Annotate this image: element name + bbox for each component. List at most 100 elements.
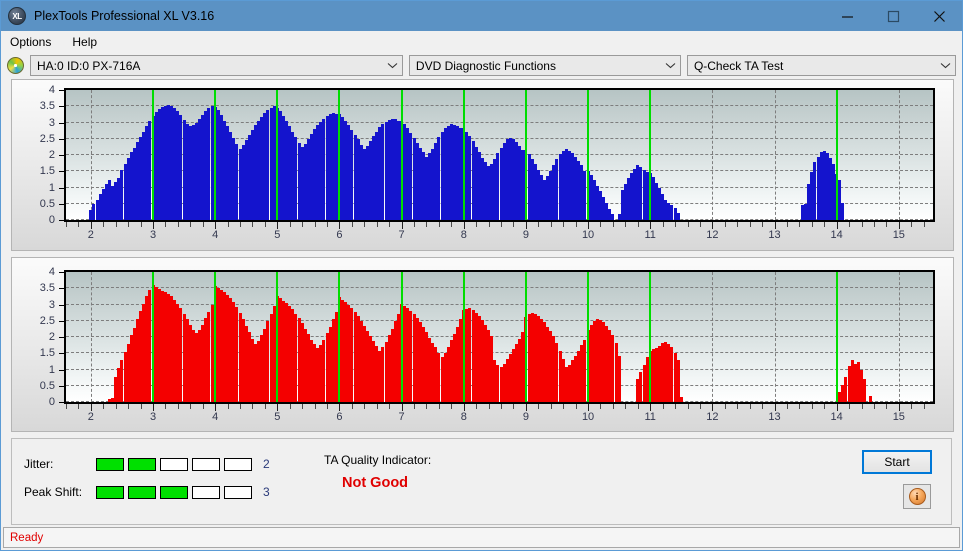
x-axis-tick-label: 6 xyxy=(336,411,343,423)
marker-line xyxy=(587,272,590,402)
y-axis-tick-label: 0 xyxy=(48,214,55,226)
x-axis-tick xyxy=(911,404,913,409)
peak-shift-chart-x-axis: 2 3 4 5 6 7 8 9 10 11 12 13 14 15 xyxy=(64,404,935,428)
y-axis-tick-label: 1 xyxy=(48,181,55,194)
x-axis-tick xyxy=(737,222,739,227)
bar xyxy=(617,355,621,402)
marker-line xyxy=(835,90,838,220)
x-axis-tick xyxy=(724,404,726,409)
x-axis-tick xyxy=(600,404,602,409)
toolbar: HA:0 ID:0 PX-716A DVD Diagnostic Functio… xyxy=(1,52,962,79)
x-axis-tick xyxy=(861,222,863,227)
gridline-vertical xyxy=(712,90,714,220)
gridline-horizontal xyxy=(66,271,933,272)
x-axis-tick xyxy=(898,404,900,411)
y-axis-tick-label: 3 xyxy=(48,116,55,129)
bar xyxy=(676,212,680,220)
start-button[interactable]: Start xyxy=(862,450,932,474)
x-axis-tick xyxy=(277,404,279,411)
x-axis-tick-label: 7 xyxy=(398,411,405,423)
x-axis-tick xyxy=(327,404,329,409)
x-axis-tick xyxy=(264,404,266,409)
x-axis-tick xyxy=(153,222,154,229)
x-axis-tick-label: 11 xyxy=(644,411,656,423)
chevron-down-icon xyxy=(661,56,680,75)
x-axis-tick xyxy=(525,404,527,411)
x-axis-tick xyxy=(712,222,714,229)
x-axis-tick-label: 13 xyxy=(768,411,781,423)
menu-item-help[interactable]: Help xyxy=(70,33,106,51)
x-axis-tick xyxy=(376,404,378,409)
x-axis-tick xyxy=(227,222,229,227)
x-axis-tick xyxy=(128,404,130,409)
x-axis-tick xyxy=(364,404,366,409)
x-axis-tick xyxy=(774,404,776,411)
jitter-segment xyxy=(96,457,124,471)
x-axis-tick-label: 9 xyxy=(522,229,529,241)
x-axis-tick xyxy=(650,222,652,229)
x-axis-tick xyxy=(513,404,515,409)
drive-select[interactable]: HA:0 ID:0 PX-716A xyxy=(30,55,403,76)
x-axis-tick xyxy=(376,222,378,227)
x-axis-tick xyxy=(66,222,67,227)
x-axis-tick xyxy=(811,404,813,409)
x-axis-tick xyxy=(103,222,105,227)
x-axis-tick xyxy=(364,222,366,227)
x-axis-tick xyxy=(501,222,503,227)
y-axis-tick-label: 0 xyxy=(48,396,55,408)
close-icon[interactable] xyxy=(916,1,962,31)
marker-line xyxy=(152,272,154,402)
x-axis-tick xyxy=(488,222,490,227)
x-axis-tick xyxy=(476,404,478,409)
marker-line xyxy=(524,90,527,220)
x-axis-tick xyxy=(177,404,179,409)
x-axis-tick xyxy=(525,222,527,229)
y-axis-tick-label: 0.5 xyxy=(39,379,55,392)
app-logo-icon: XL xyxy=(8,7,26,25)
jitter-value: 2 xyxy=(263,457,270,471)
peak-shift-row: Peak Shift: 3 xyxy=(24,481,270,503)
gridline-vertical xyxy=(90,272,92,402)
x-axis-tick xyxy=(923,222,925,227)
marker-line xyxy=(276,90,279,220)
y-axis-tick-label: 2 xyxy=(48,149,55,161)
y-axis-tick-label: 2 xyxy=(48,331,55,343)
x-axis-tick-label: 13 xyxy=(768,229,781,241)
x-axis-tick xyxy=(488,404,490,409)
peak-shift-segment xyxy=(224,485,252,499)
bar xyxy=(869,396,873,402)
x-axis-tick xyxy=(501,404,503,409)
test-select[interactable]: Q-Check TA Test xyxy=(686,55,956,76)
x-axis-tick xyxy=(78,404,80,409)
x-axis-tick xyxy=(824,222,826,227)
x-axis-tick-label: 15 xyxy=(892,229,905,241)
x-axis-tick xyxy=(724,222,726,227)
x-axis-tick xyxy=(836,222,838,229)
maximize-icon[interactable] xyxy=(870,1,916,31)
x-axis-tick-label: 8 xyxy=(460,229,467,241)
x-axis-tick xyxy=(140,404,142,409)
x-axis-tick xyxy=(550,404,552,409)
x-axis-tick-label: 7 xyxy=(398,229,405,241)
x-axis-tick xyxy=(451,222,453,227)
x-axis-tick xyxy=(227,404,229,409)
info-button[interactable]: i xyxy=(903,484,931,509)
x-axis-tick xyxy=(339,404,341,411)
menu-item-options[interactable]: Options xyxy=(8,33,60,51)
x-axis-tick xyxy=(177,222,179,227)
x-axis-tick xyxy=(873,404,875,409)
function-select[interactable]: DVD Diagnostic Functions xyxy=(408,55,681,76)
x-axis-tick xyxy=(625,222,627,227)
x-axis-tick xyxy=(538,404,540,409)
x-axis-tick xyxy=(550,222,552,227)
x-axis-tick xyxy=(90,404,92,411)
x-axis-tick xyxy=(215,404,217,411)
x-axis-tick xyxy=(103,404,105,409)
minimize-icon[interactable] xyxy=(824,1,870,31)
jitter-chart-x-axis: 2 3 4 5 6 7 8 9 10 11 12 13 14 15 xyxy=(64,222,935,246)
peak-shift-chart-y-axis: 0 0.5 1 1.5 2 2.5 3 3.5 4 xyxy=(12,258,64,431)
jitter-row: Jitter: 2 xyxy=(24,453,270,475)
start-button-label: Start xyxy=(884,455,910,469)
x-axis-tick xyxy=(264,222,266,227)
ta-quality-label: TA Quality Indicator: xyxy=(324,453,432,467)
